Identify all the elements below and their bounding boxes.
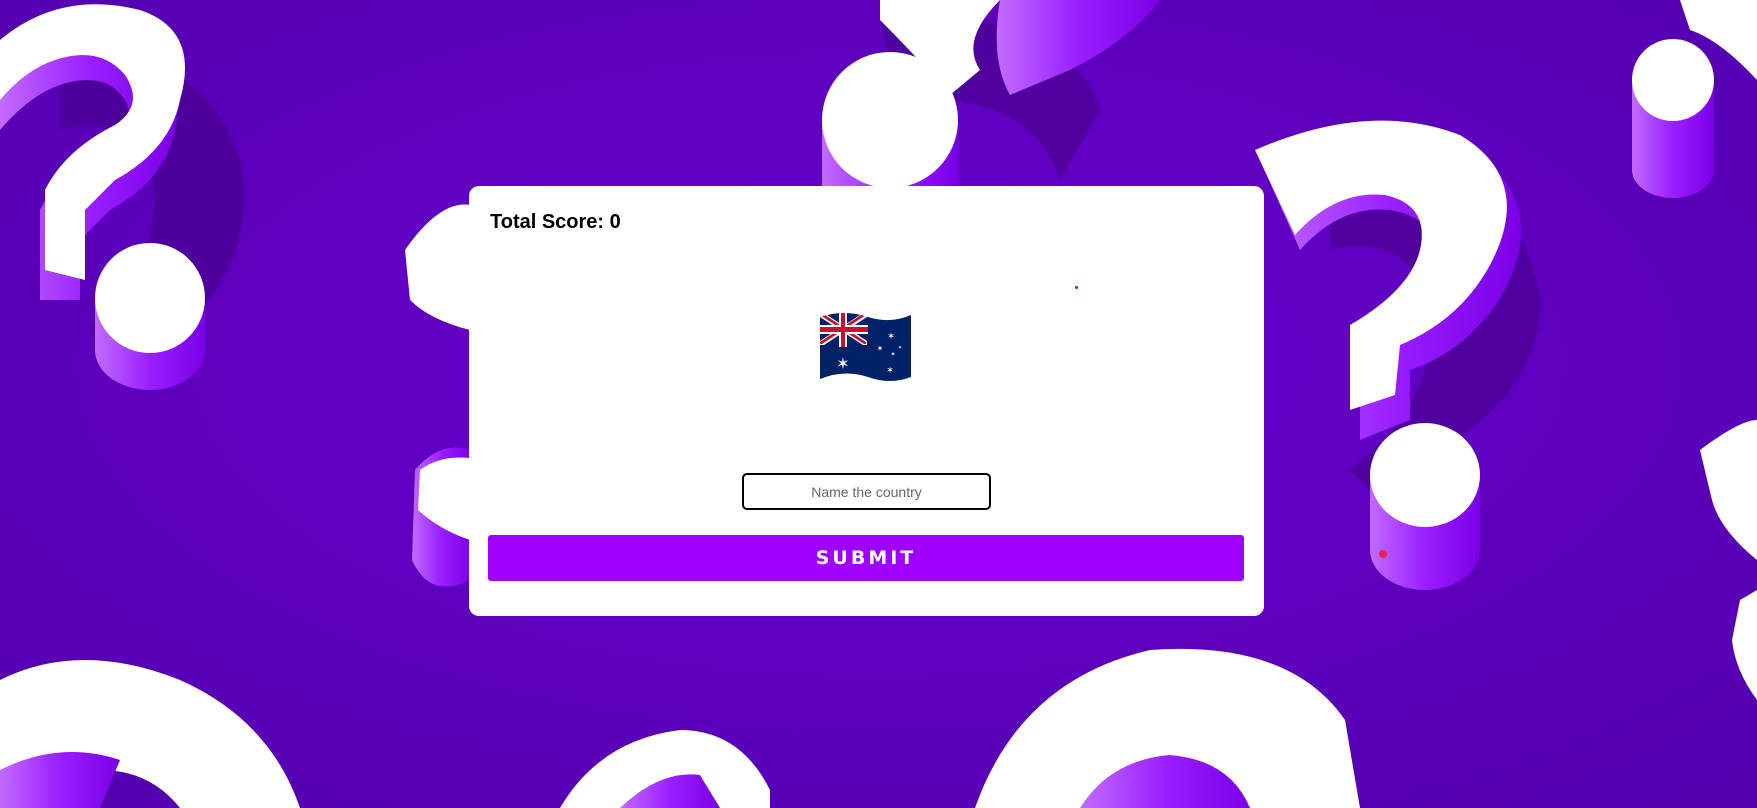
svg-text:✶: ✶ [836,354,849,373]
cursor-indicator [1379,550,1387,558]
quiz-card: Total Score: 0 ✶ ✶ ✶ ✶ ✶ ✶ Name the coun… [469,186,1264,616]
svg-text:✶: ✶ [890,351,895,358]
australia-flag-icon: ✶ ✶ ✶ ✶ ✶ ✶ [820,313,911,381]
marker-dot [1075,286,1078,289]
country-answer-input[interactable] [742,473,991,510]
submit-button[interactable]: SUBMIT [488,535,1244,581]
svg-text:✶: ✶ [886,366,894,376]
svg-text:✶: ✶ [898,345,902,351]
total-score: Total Score: 0 [490,211,621,233]
svg-text:✶: ✶ [887,332,895,342]
svg-text:✶: ✶ [877,344,884,353]
